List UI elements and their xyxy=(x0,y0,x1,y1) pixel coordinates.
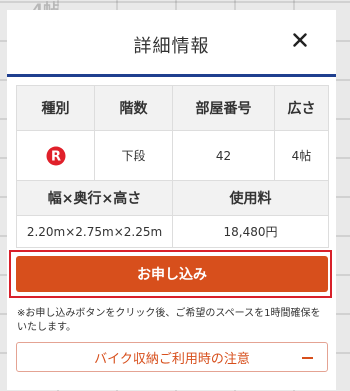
floor-header: 階数 xyxy=(94,85,173,131)
red-circle-r-icon: R xyxy=(46,146,65,165)
details-modal: 詳細情報 種別 階数 部屋番号 広さ R 下段 42 4帖 幅×奥行×高さ 使用… xyxy=(7,10,336,390)
apply-note: ※お申し込みボタンをクリック後、ご希望のスペースを1時間確保をいたします。 xyxy=(17,308,321,333)
caution-button-label: バイク収納ご利用時の注意 xyxy=(94,351,250,367)
floor-value: 下段 xyxy=(94,130,173,181)
dimensions-value: 2.20m×2.75m×2.25m xyxy=(16,215,173,248)
table-row: 2.20m×2.75m×2.25m 18,480円 xyxy=(16,215,329,248)
details-table: 種別 階数 部屋番号 広さ R 下段 42 4帖 幅×奥行×高さ 使用料 2.2… xyxy=(16,85,329,248)
table-row: R 下段 42 4帖 xyxy=(16,130,329,181)
fee-value: 18,480円 xyxy=(172,215,329,248)
size-header: 広さ xyxy=(274,85,329,131)
size-value: 4帖 xyxy=(274,130,329,181)
table-header-row: 幅×奥行×高さ 使用料 xyxy=(16,180,329,216)
type-value: R xyxy=(16,130,95,181)
room-number-header: 部屋番号 xyxy=(172,85,275,131)
modal-header: 詳細情報 xyxy=(7,10,336,77)
apply-button[interactable]: お申し込み xyxy=(16,256,328,292)
apply-button-label: お申し込み xyxy=(137,267,207,283)
type-header: 種別 xyxy=(16,85,95,131)
minus-icon xyxy=(302,357,313,359)
room-number-value: 42 xyxy=(172,130,275,181)
close-icon xyxy=(293,33,307,47)
modal-title: 詳細情報 xyxy=(133,36,210,57)
svg-text:R: R xyxy=(50,149,60,164)
table-header-row: 種別 階数 部屋番号 広さ xyxy=(16,85,329,131)
fee-header: 使用料 xyxy=(172,180,329,216)
bike-storage-caution-button[interactable]: バイク収納ご利用時の注意 xyxy=(16,342,328,372)
close-button[interactable] xyxy=(288,28,312,52)
dimensions-header: 幅×奥行×高さ xyxy=(16,180,173,216)
